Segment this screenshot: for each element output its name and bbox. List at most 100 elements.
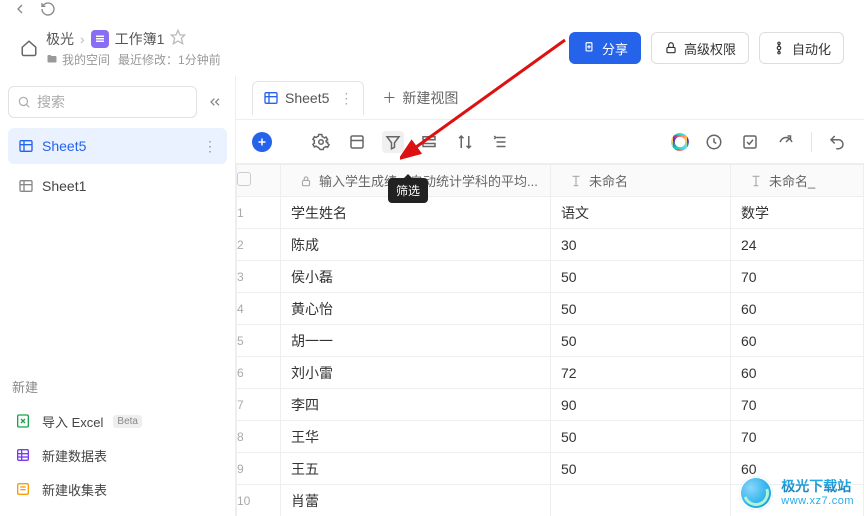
import-excel-button[interactable]: 导入 Excel Beta (8, 404, 227, 438)
lock-icon (299, 174, 313, 188)
table-row[interactable]: 6刘小雷7260 (237, 357, 864, 389)
cell[interactable]: 50 (551, 261, 731, 293)
cell[interactable]: 70 (731, 389, 864, 421)
table-row[interactable]: 3侯小磊5070 (237, 261, 864, 293)
divider (811, 132, 812, 152)
search-input[interactable]: 搜索 (8, 86, 197, 118)
cell[interactable] (551, 485, 731, 516)
text-icon (749, 174, 763, 188)
new-view-button[interactable]: ＋ 新建视图 (382, 88, 458, 108)
cell[interactable]: 语文 (551, 197, 731, 229)
cell[interactable]: 李四 (281, 389, 551, 421)
row-height-icon[interactable] (490, 131, 512, 153)
share-view-icon[interactable] (775, 131, 797, 153)
share-button[interactable]: 分享 (569, 32, 641, 64)
cell[interactable]: 60 (731, 357, 864, 389)
new-form-button[interactable]: 新建收集表 (8, 472, 227, 506)
column-a-header[interactable]: 输入学生成绩，自动统计学科的平均... (281, 165, 551, 197)
column-b-header[interactable]: 未命名 (551, 165, 731, 197)
sheet-item-sheet5[interactable]: Sheet5 ⋮ (8, 128, 227, 164)
table-row[interactable]: 5胡一一5060 (237, 325, 864, 357)
cell[interactable]: 王华 (281, 421, 551, 453)
space-label[interactable]: 我的空间 (46, 51, 110, 68)
cell[interactable]: 70 (731, 261, 864, 293)
workbook-icon (91, 30, 109, 48)
sheet-item-label: Sheet1 (42, 178, 86, 194)
watermark-logo (739, 476, 773, 510)
refresh-icon[interactable] (40, 1, 56, 20)
table-row[interactable]: 4黄心怡5060 (237, 293, 864, 325)
row-number: 8 (237, 421, 281, 453)
history-icon[interactable] (703, 131, 725, 153)
search-icon (17, 95, 31, 109)
automation-button[interactable]: 自动化 (759, 32, 844, 64)
beta-badge: Beta (113, 415, 142, 428)
table-icon (18, 138, 34, 154)
breadcrumb-title[interactable]: 工作簿1 (115, 29, 165, 49)
permissions-button[interactable]: 高级权限 (651, 32, 749, 64)
cell[interactable]: 50 (551, 325, 731, 357)
row-number: 2 (237, 229, 281, 261)
cell[interactable]: 30 (551, 229, 731, 261)
tab-sheet5[interactable]: Sheet5 ⋮ (252, 81, 364, 115)
breadcrumb: 极光 › 工作簿1 (46, 29, 221, 49)
breadcrumb-parent[interactable]: 极光 (46, 29, 74, 49)
undo-icon[interactable] (826, 131, 848, 153)
row-number: 6 (237, 357, 281, 389)
row-number: 7 (237, 389, 281, 421)
table-icon (18, 178, 34, 194)
cell[interactable]: 90 (551, 389, 731, 421)
home-icon[interactable] (20, 39, 38, 57)
cell[interactable]: 王五 (281, 453, 551, 485)
checkbox-icon[interactable] (739, 131, 761, 153)
back-icon[interactable] (12, 1, 28, 20)
cell[interactable]: 学生姓名 (281, 197, 551, 229)
tab-menu-icon[interactable]: ⋮ (339, 90, 353, 107)
cell[interactable]: 数学 (731, 197, 864, 229)
table-row[interactable]: 2陈成3024 (237, 229, 864, 261)
table-icon (263, 90, 279, 106)
sort-icon[interactable] (454, 131, 476, 153)
cell[interactable]: 60 (731, 325, 864, 357)
filter-button[interactable] (382, 131, 404, 153)
form-icon (14, 480, 32, 498)
last-modified: 最近修改：1分钟前 (118, 51, 221, 68)
fields-icon[interactable] (346, 131, 368, 153)
data-grid[interactable]: 输入学生成绩，自动统计学科的平均... 未命名 (236, 164, 864, 516)
table-row[interactable]: 7李四9070 (237, 389, 864, 421)
add-record-button[interactable] (252, 132, 272, 152)
cell[interactable]: 72 (551, 357, 731, 389)
settings-icon[interactable] (310, 131, 332, 153)
row-number: 10 (237, 485, 281, 516)
ai-icon[interactable] (671, 133, 689, 151)
sheet-item-menu-icon[interactable]: ⋮ (203, 138, 217, 155)
cell[interactable]: 刘小雷 (281, 357, 551, 389)
star-icon[interactable] (170, 29, 186, 48)
cell[interactable]: 陈成 (281, 229, 551, 261)
sidebar-section-title: 新建 (8, 377, 227, 396)
collapse-sidebar-icon[interactable] (203, 90, 227, 114)
cell[interactable]: 50 (551, 453, 731, 485)
cell[interactable]: 50 (551, 293, 731, 325)
text-icon (569, 174, 583, 188)
cell[interactable]: 黄心怡 (281, 293, 551, 325)
row-number: 3 (237, 261, 281, 293)
group-icon[interactable] (418, 131, 440, 153)
cell[interactable]: 70 (731, 421, 864, 453)
row-number: 5 (237, 325, 281, 357)
table-row[interactable]: 8王华5070 (237, 421, 864, 453)
column-c-header[interactable]: 未命名_ (731, 165, 864, 197)
watermark: 极光下载站 www.xz7.com (739, 476, 854, 510)
select-all-header[interactable] (237, 165, 281, 197)
cell[interactable]: 侯小磊 (281, 261, 551, 293)
cell[interactable]: 胡一一 (281, 325, 551, 357)
cell[interactable]: 肖蕾 (281, 485, 551, 516)
new-database-button[interactable]: 新建数据表 (8, 438, 227, 472)
cell[interactable]: 50 (551, 421, 731, 453)
table-row[interactable]: 1学生姓名语文数学 (237, 197, 864, 229)
excel-icon (14, 412, 32, 430)
sheet-item-sheet1[interactable]: Sheet1 (8, 168, 227, 204)
cell[interactable]: 24 (731, 229, 864, 261)
cell[interactable]: 60 (731, 293, 864, 325)
row-number: 1 (237, 197, 281, 229)
